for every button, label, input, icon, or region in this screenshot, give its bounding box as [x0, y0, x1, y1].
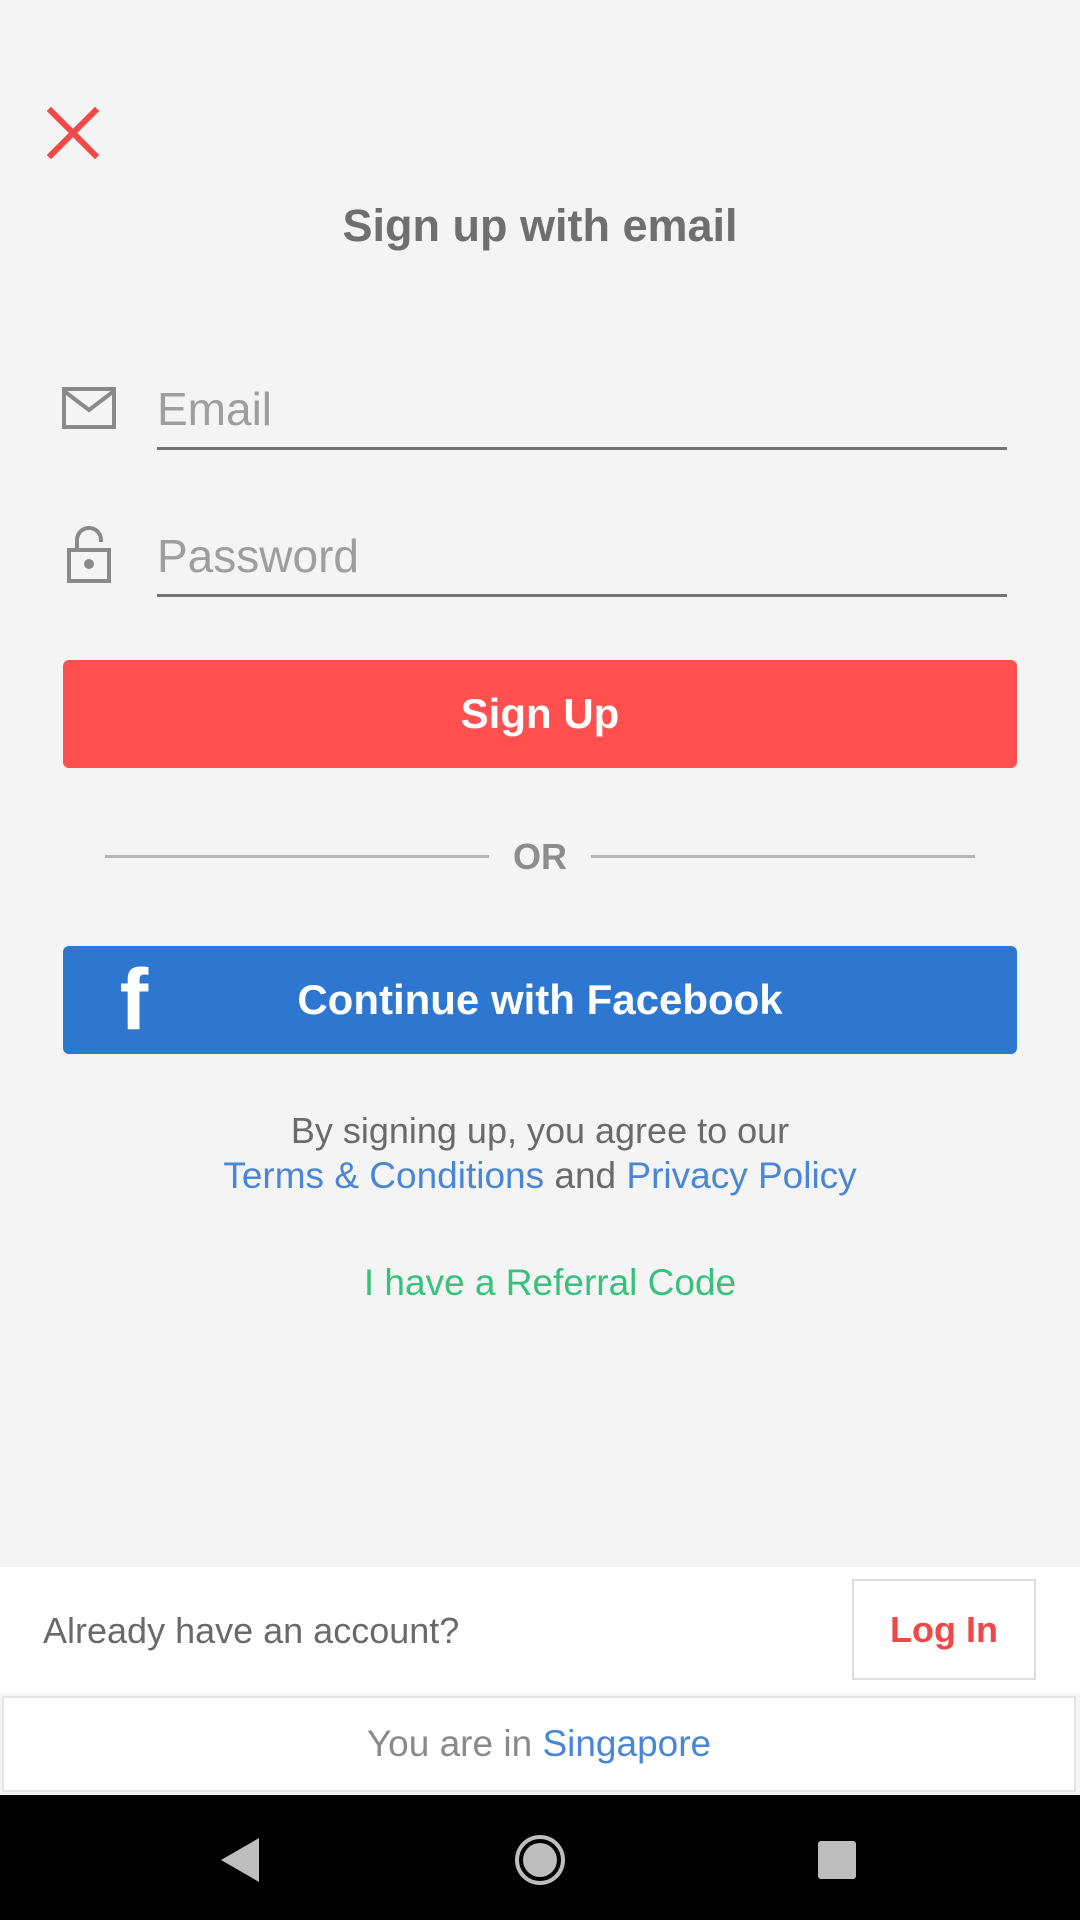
recents-button[interactable]	[797, 1820, 877, 1900]
or-label: OR	[513, 836, 567, 877]
facebook-button-label: Continue with Facebook	[297, 976, 783, 1023]
legal-links: Terms & Conditions and Privacy Policy	[0, 1155, 1080, 1197]
back-icon	[221, 1838, 259, 1882]
email-field[interactable]	[157, 370, 1007, 450]
location-prefix: You are in	[366, 1723, 533, 1764]
password-field[interactable]	[157, 517, 1007, 597]
and-text: and	[554, 1155, 617, 1196]
divider-left	[105, 855, 489, 858]
privacy-link[interactable]: Privacy Policy	[626, 1155, 856, 1196]
country-link[interactable]: Singapore	[542, 1723, 711, 1765]
close-button[interactable]	[38, 98, 108, 168]
location-bar: You are in Singapore	[2, 1696, 1076, 1792]
login-button[interactable]: Log In	[852, 1579, 1036, 1680]
close-icon	[47, 107, 99, 159]
login-button-label: Log In	[890, 1608, 998, 1650]
back-button[interactable]	[200, 1820, 280, 1900]
lock-icon	[59, 525, 119, 585]
signup-button[interactable]: Sign Up	[63, 660, 1017, 768]
home-icon	[515, 1835, 565, 1885]
agree-text: By signing up, you agree to our	[290, 1110, 790, 1151]
signup-button-label: Sign Up	[460, 690, 620, 737]
recents-icon	[818, 1841, 856, 1879]
mail-icon	[59, 378, 119, 438]
page-title: Sign up with email	[342, 200, 738, 251]
terms-link[interactable]: Terms & Conditions	[223, 1155, 544, 1196]
account-prompt: Already have an account?	[43, 1610, 460, 1651]
facebook-button[interactable]: Continue with Facebook	[63, 946, 1017, 1054]
home-button[interactable]	[500, 1820, 580, 1900]
divider-right	[591, 855, 975, 858]
referral-code-link[interactable]: I have a Referral Code	[0, 1262, 1080, 1304]
facebook-icon: f	[119, 951, 149, 1048]
